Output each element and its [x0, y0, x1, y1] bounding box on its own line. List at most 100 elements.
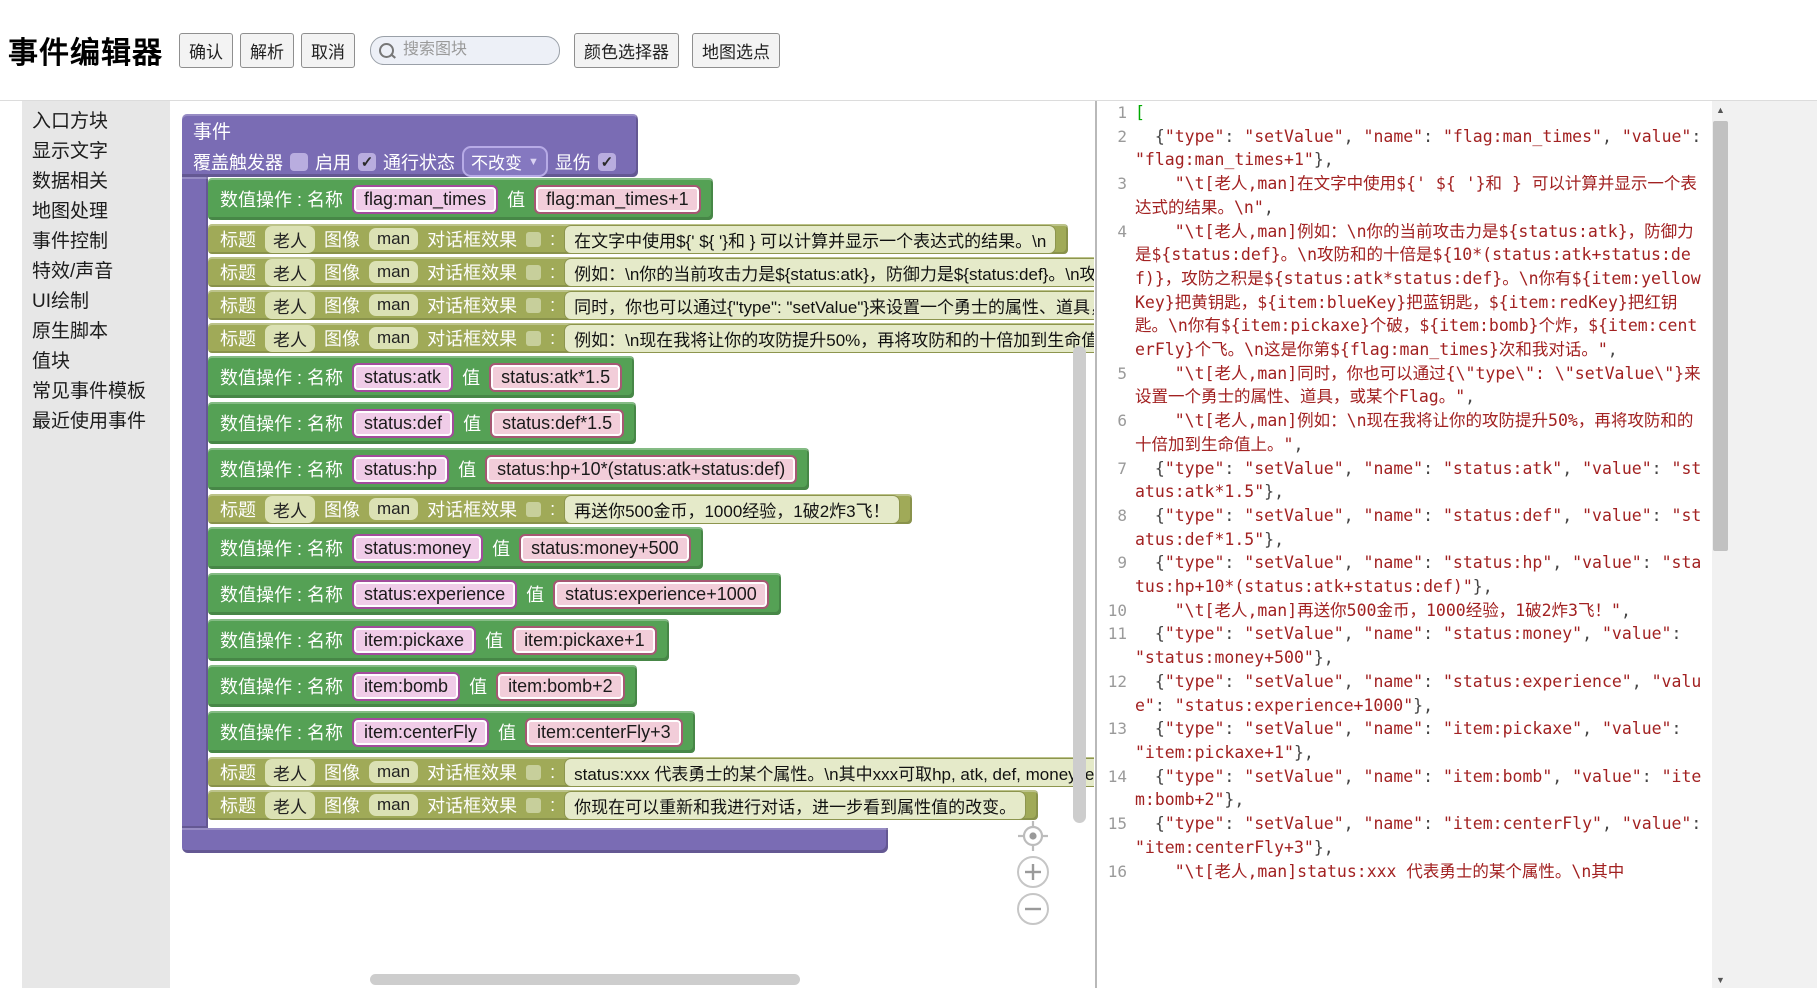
title-field[interactable]: 老人 [265, 792, 315, 819]
code-text[interactable]: [ [1135, 101, 1705, 125]
value-field[interactable]: status:money+500 [519, 534, 691, 563]
title-field[interactable]: 老人 [265, 325, 315, 352]
map-pick-button[interactable]: 地图选点 [692, 33, 780, 68]
code-text[interactable]: "\t[老人,man]status:xxx 代表勇士的某个属性。\n其中 [1135, 860, 1705, 884]
editor-scrollbar-thumb[interactable] [1713, 121, 1728, 551]
sidebar-item[interactable]: 显示文字 [22, 137, 170, 167]
code-text[interactable]: "\t[老人,man]再送你500金币，1000经验，1破2炸3飞！", [1135, 599, 1705, 623]
setvalue-block[interactable]: 数值操作 : 名称status:experience值status:experi… [208, 573, 781, 615]
workspace-vertical-scrollbar[interactable] [1073, 346, 1086, 823]
sidebar-item[interactable]: 值块 [22, 347, 170, 377]
image-field[interactable]: man [369, 261, 418, 283]
checkbox-field[interactable] [526, 798, 541, 813]
parse-button[interactable]: 解析 [240, 33, 294, 68]
title-field[interactable]: 老人 [265, 226, 315, 253]
code-text[interactable]: {"type": "setValue", "name": "item:bomb"… [1135, 765, 1705, 812]
checkbox-field[interactable] [526, 502, 541, 517]
text-block[interactable]: 标题老人图像man对话框效果:再送你500金币，1000经验，1破2炸3飞！ [208, 494, 912, 524]
sidebar-item[interactable]: 地图处理 [22, 197, 170, 227]
sidebar-item[interactable]: 特效/声音 [22, 257, 170, 287]
value-field[interactable]: status:def*1.5 [490, 409, 624, 438]
image-field[interactable]: man [369, 327, 418, 349]
image-field[interactable]: man [369, 228, 418, 250]
text-block[interactable]: 标题老人图像man对话框效果:同时，你也可以通过{"type": "setVal… [208, 290, 1094, 320]
code-text[interactable]: "\t[老人,man]同时，你也可以通过{\"type\": \"setValu… [1135, 362, 1705, 409]
checkbox-field[interactable]: ✓ [358, 153, 376, 171]
search-box[interactable] [370, 36, 560, 65]
workspace-horizontal-scrollbar[interactable] [370, 974, 800, 985]
text-block[interactable]: 标题老人图像man对话框效果:你现在可以重新和我进行对话，进一步看到属性值的改变… [208, 790, 1038, 820]
search-input[interactable] [401, 40, 525, 60]
setvalue-block[interactable]: 数值操作 : 名称status:def值status:def*1.5 [208, 402, 636, 444]
image-field[interactable]: man [369, 498, 418, 520]
color-picker-button[interactable]: 颜色选择器 [574, 33, 679, 68]
code-text[interactable]: {"type": "setValue", "name": "status:def… [1135, 504, 1705, 551]
image-field[interactable]: man [369, 794, 418, 816]
value-field[interactable]: item:pickaxe+1 [512, 626, 657, 655]
code-text[interactable]: "\t[老人,man]例如：\n你的当前攻击力是${status:atk}，防御… [1135, 220, 1705, 362]
code-text[interactable]: {"type": "setValue", "name": "status:atk… [1135, 457, 1705, 504]
event-block-header[interactable]: 事件 覆盖触发器启用✓通行状态不改变▼显伤✓ [182, 114, 638, 177]
sidebar-item[interactable]: 常见事件模板 [22, 377, 170, 407]
code-text[interactable]: {"type": "setValue", "name": "item:picka… [1135, 717, 1705, 764]
cancel-button[interactable]: 取消 [301, 33, 355, 68]
setvalue-block[interactable]: 数值操作 : 名称status:hp值status:hp+10*(status:… [208, 448, 809, 490]
zoom-in-button[interactable] [1016, 855, 1050, 894]
image-field[interactable]: man [369, 761, 418, 783]
checkbox-field[interactable]: ✓ [598, 153, 616, 171]
code-text[interactable]: {"type": "setValue", "name": "item:cente… [1135, 812, 1705, 859]
name-field[interactable]: status:def [352, 409, 454, 438]
title-field[interactable]: 老人 [265, 759, 315, 786]
code-text[interactable]: "\t[老人,man]在文字中使用${' ${ '}和 } 可以计算并显示一个表… [1135, 172, 1705, 219]
name-field[interactable]: status:hp [352, 455, 449, 484]
name-field[interactable]: flag:man_times [352, 185, 498, 214]
setvalue-block[interactable]: 数值操作 : 名称item:centerFly值item:centerFly+3 [208, 711, 695, 753]
checkbox-field[interactable] [526, 331, 541, 346]
blockly-workspace[interactable]: 事件 覆盖触发器启用✓通行状态不改变▼显伤✓ 数值操作 : 名称flag:man… [170, 101, 1095, 988]
checkbox-field[interactable] [526, 765, 541, 780]
code-text[interactable]: {"type": "setValue", "name": "status:mon… [1135, 622, 1705, 669]
sidebar-item[interactable]: 最近使用事件 [22, 407, 170, 437]
sidebar-item[interactable]: 入口方块 [22, 107, 170, 137]
code-text[interactable]: {"type": "setValue", "name": "status:exp… [1135, 670, 1705, 717]
text-block[interactable]: 标题老人图像man对话框效果:例如：\n你的当前攻击力是${status:atk… [208, 257, 1094, 287]
scroll-down-arrow[interactable]: ▼ [1712, 971, 1729, 988]
code-editor[interactable]: 1[2 {"type": "setValue", "name": "flag:m… [1095, 101, 1712, 988]
code-text[interactable]: "\t[老人,man]例如：\n现在我将让你的攻防提升50%，再将攻防和的十倍加… [1135, 409, 1705, 456]
sidebar-item[interactable]: 事件控制 [22, 227, 170, 257]
checkbox-field[interactable] [526, 265, 541, 280]
center-view-button[interactable] [1016, 819, 1050, 858]
name-field[interactable]: item:centerFly [352, 718, 489, 747]
text-block[interactable]: 标题老人图像man对话框效果:例如：\n现在我将让你的攻防提升50%，再将攻防和… [208, 323, 1094, 353]
name-field[interactable]: status:atk [352, 363, 453, 392]
image-field[interactable]: man [369, 294, 418, 316]
sidebar-item[interactable]: 数据相关 [22, 167, 170, 197]
title-field[interactable]: 老人 [265, 259, 315, 286]
checkbox-field[interactable] [290, 153, 308, 171]
name-field[interactable]: status:money [352, 534, 483, 563]
setvalue-block[interactable]: 数值操作 : 名称status:money值status:money+500 [208, 527, 703, 569]
value-field[interactable]: status:hp+10*(status:atk+status:def) [485, 455, 797, 484]
pass-state-dropdown[interactable]: 不改变▼ [462, 146, 548, 177]
value-field[interactable]: item:centerFly+3 [525, 718, 683, 747]
editor-scrollbar[interactable]: ▲ ▼ [1712, 101, 1729, 988]
title-field[interactable]: 老人 [265, 496, 315, 523]
confirm-button[interactable]: 确认 [179, 33, 233, 68]
scroll-up-arrow[interactable]: ▲ [1712, 101, 1729, 118]
value-field[interactable]: status:experience+1000 [553, 580, 769, 609]
value-field[interactable]: item:bomb+2 [496, 672, 625, 701]
name-field[interactable]: item:bomb [352, 672, 460, 701]
sidebar-item[interactable]: 原生脚本 [22, 317, 170, 347]
title-field[interactable]: 老人 [265, 292, 315, 319]
setvalue-block[interactable]: 数值操作 : 名称item:bomb值item:bomb+2 [208, 665, 637, 707]
event-block-footer[interactable] [182, 828, 888, 853]
checkbox-field[interactable] [526, 298, 541, 313]
value-field[interactable]: flag:man_times+1 [534, 185, 701, 214]
setvalue-block[interactable]: 数值操作 : 名称item:pickaxe值item:pickaxe+1 [208, 619, 669, 661]
text-block[interactable]: 标题老人图像man对话框效果:status:xxx 代表勇士的某个属性。\n其中… [208, 757, 1094, 787]
text-block[interactable]: 标题老人图像man对话框效果:在文字中使用${' ${ '}和 } 可以计算并显… [208, 224, 1068, 254]
setvalue-block[interactable]: 数值操作 : 名称flag:man_times值flag:man_times+1 [208, 178, 713, 220]
zoom-out-button[interactable] [1016, 892, 1050, 931]
event-block-spine[interactable] [182, 177, 208, 829]
code-text[interactable]: {"type": "setValue", "name": "status:hp"… [1135, 551, 1705, 598]
